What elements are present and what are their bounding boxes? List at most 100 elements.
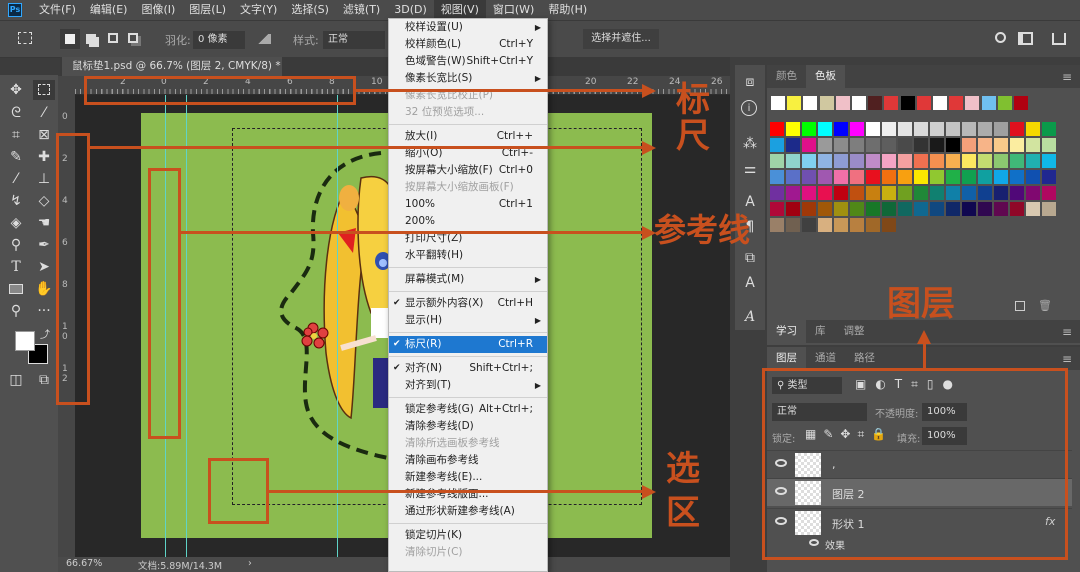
add-selection-icon[interactable] xyxy=(86,34,96,44)
screen-mode-icon[interactable]: ⧉ xyxy=(33,370,55,390)
swatch[interactable] xyxy=(946,122,960,136)
swatch[interactable] xyxy=(770,154,784,168)
panel-menu-icon[interactable]: ≡ xyxy=(1062,70,1072,84)
swatch[interactable] xyxy=(1042,186,1056,200)
swatch[interactable] xyxy=(866,218,880,232)
swatch[interactable] xyxy=(866,122,880,136)
swatch[interactable] xyxy=(994,170,1008,184)
swatch[interactable] xyxy=(802,138,816,152)
swatch[interactable] xyxy=(802,122,816,136)
swatch[interactable] xyxy=(946,138,960,152)
swatch[interactable] xyxy=(866,138,880,152)
brush-settings-icon[interactable]: ⁂ xyxy=(741,135,759,153)
swatch[interactable] xyxy=(914,186,928,200)
menu-item[interactable]: 新建参考线版面... xyxy=(389,486,547,503)
swatch[interactable] xyxy=(834,170,848,184)
menu-10[interactable]: 帮助(H) xyxy=(541,0,594,20)
swatch[interactable] xyxy=(882,138,896,152)
marquee-tool-preset-icon[interactable] xyxy=(18,32,32,44)
paint-bucket-tool-icon[interactable]: ◈ xyxy=(5,213,27,233)
menu-1[interactable]: 编辑(E) xyxy=(83,0,135,20)
swatch[interactable] xyxy=(1042,202,1056,216)
swatch[interactable] xyxy=(850,186,864,200)
recent-swatch[interactable] xyxy=(852,96,866,110)
eyedropper-tool-icon[interactable]: ✎ xyxy=(5,147,27,167)
swatch[interactable] xyxy=(962,186,976,200)
swatch[interactable] xyxy=(946,154,960,168)
menu-5[interactable]: 选择(S) xyxy=(284,0,336,20)
swatch[interactable] xyxy=(786,218,800,232)
swatch[interactable] xyxy=(818,186,832,200)
swatch[interactable] xyxy=(930,186,944,200)
swatch[interactable] xyxy=(770,186,784,200)
swatch[interactable] xyxy=(946,186,960,200)
swatch[interactable] xyxy=(898,138,912,152)
swatch[interactable] xyxy=(786,138,800,152)
magic-wand-tool-icon[interactable]: ⁄ xyxy=(33,103,55,123)
swatch[interactable] xyxy=(818,218,832,232)
pen-tool-icon[interactable]: ✒ xyxy=(33,235,55,255)
recent-swatch[interactable] xyxy=(884,96,899,110)
recent-swatch[interactable] xyxy=(933,96,947,110)
swatch[interactable] xyxy=(930,170,944,184)
menu-item[interactable]: 对齐到(T) ▶ xyxy=(389,377,547,394)
type-tool-icon[interactable]: T xyxy=(5,257,27,277)
swatch[interactable] xyxy=(850,170,864,184)
tab-paths[interactable]: 路径 xyxy=(845,347,884,370)
swatch[interactable] xyxy=(850,202,864,216)
swatch[interactable] xyxy=(882,122,896,136)
swatch[interactable] xyxy=(818,138,832,152)
rectangle-tool-icon[interactable] xyxy=(5,279,27,299)
menu-item[interactable]: 通过形状新建参考线(A) xyxy=(389,503,547,520)
swatch[interactable] xyxy=(1010,154,1024,168)
swatch[interactable] xyxy=(962,154,976,168)
swatch[interactable] xyxy=(1042,122,1056,136)
move-tool-icon[interactable]: ✥ xyxy=(5,80,27,100)
swatch[interactable] xyxy=(898,186,912,200)
swatch[interactable] xyxy=(818,202,832,216)
subtract-selection-icon[interactable] xyxy=(108,33,118,43)
feather-input[interactable]: 0 像素 xyxy=(193,31,245,49)
search-icon[interactable] xyxy=(995,32,1006,43)
swatch[interactable] xyxy=(834,122,848,136)
swatch[interactable] xyxy=(818,122,832,136)
swatch[interactable] xyxy=(994,154,1008,168)
swatch[interactable] xyxy=(1026,138,1040,152)
swatch[interactable] xyxy=(882,202,896,216)
swatch[interactable] xyxy=(1026,186,1040,200)
swatch[interactable] xyxy=(1010,186,1024,200)
swatch[interactable] xyxy=(834,186,848,200)
recent-swatch[interactable] xyxy=(819,96,834,110)
document-tab[interactable]: 鼠标垫1.psd @ 66.7% (图层 2, CMYK/8) * × xyxy=(62,57,282,91)
swatch[interactable] xyxy=(1026,170,1040,184)
zoom-tool-icon[interactable]: ⚲ xyxy=(5,301,27,321)
swatch[interactable] xyxy=(994,138,1008,152)
tab-layers[interactable]: 图层 xyxy=(767,347,806,370)
swatch[interactable] xyxy=(850,218,864,232)
swatch[interactable] xyxy=(930,138,944,152)
swap-colors-icon[interactable]: ⤴ xyxy=(40,326,50,341)
new-selection-icon[interactable] xyxy=(60,29,80,49)
swatch[interactable] xyxy=(802,170,816,184)
menu-0[interactable]: 文件(F) xyxy=(32,0,83,20)
swatch[interactable] xyxy=(978,122,992,136)
swatch[interactable] xyxy=(914,138,928,152)
swatch[interactable] xyxy=(914,170,928,184)
intersect-selection-icon[interactable] xyxy=(128,33,138,43)
recent-swatch[interactable] xyxy=(981,96,996,110)
swatch[interactable] xyxy=(1026,154,1040,168)
menu-8[interactable]: 视图(V) xyxy=(433,0,486,20)
frame-tool-icon[interactable]: ⊠ xyxy=(33,125,55,145)
more-tools-icon[interactable]: ··· xyxy=(33,301,55,321)
menu-item[interactable]: 新建参考线(E)... xyxy=(389,469,547,486)
swatch[interactable] xyxy=(898,154,912,168)
swatch[interactable] xyxy=(994,122,1008,136)
swatch[interactable] xyxy=(786,186,800,200)
menu-item[interactable]: ✔ 显示额外内容(X) Ctrl+H xyxy=(389,295,547,312)
swatch[interactable] xyxy=(930,154,944,168)
glyphs-icon[interactable]: A xyxy=(741,274,759,292)
swatch[interactable] xyxy=(946,202,960,216)
swatch[interactable] xyxy=(866,170,880,184)
swatch[interactable] xyxy=(898,122,912,136)
tab-libraries[interactable]: 库 xyxy=(806,320,835,343)
